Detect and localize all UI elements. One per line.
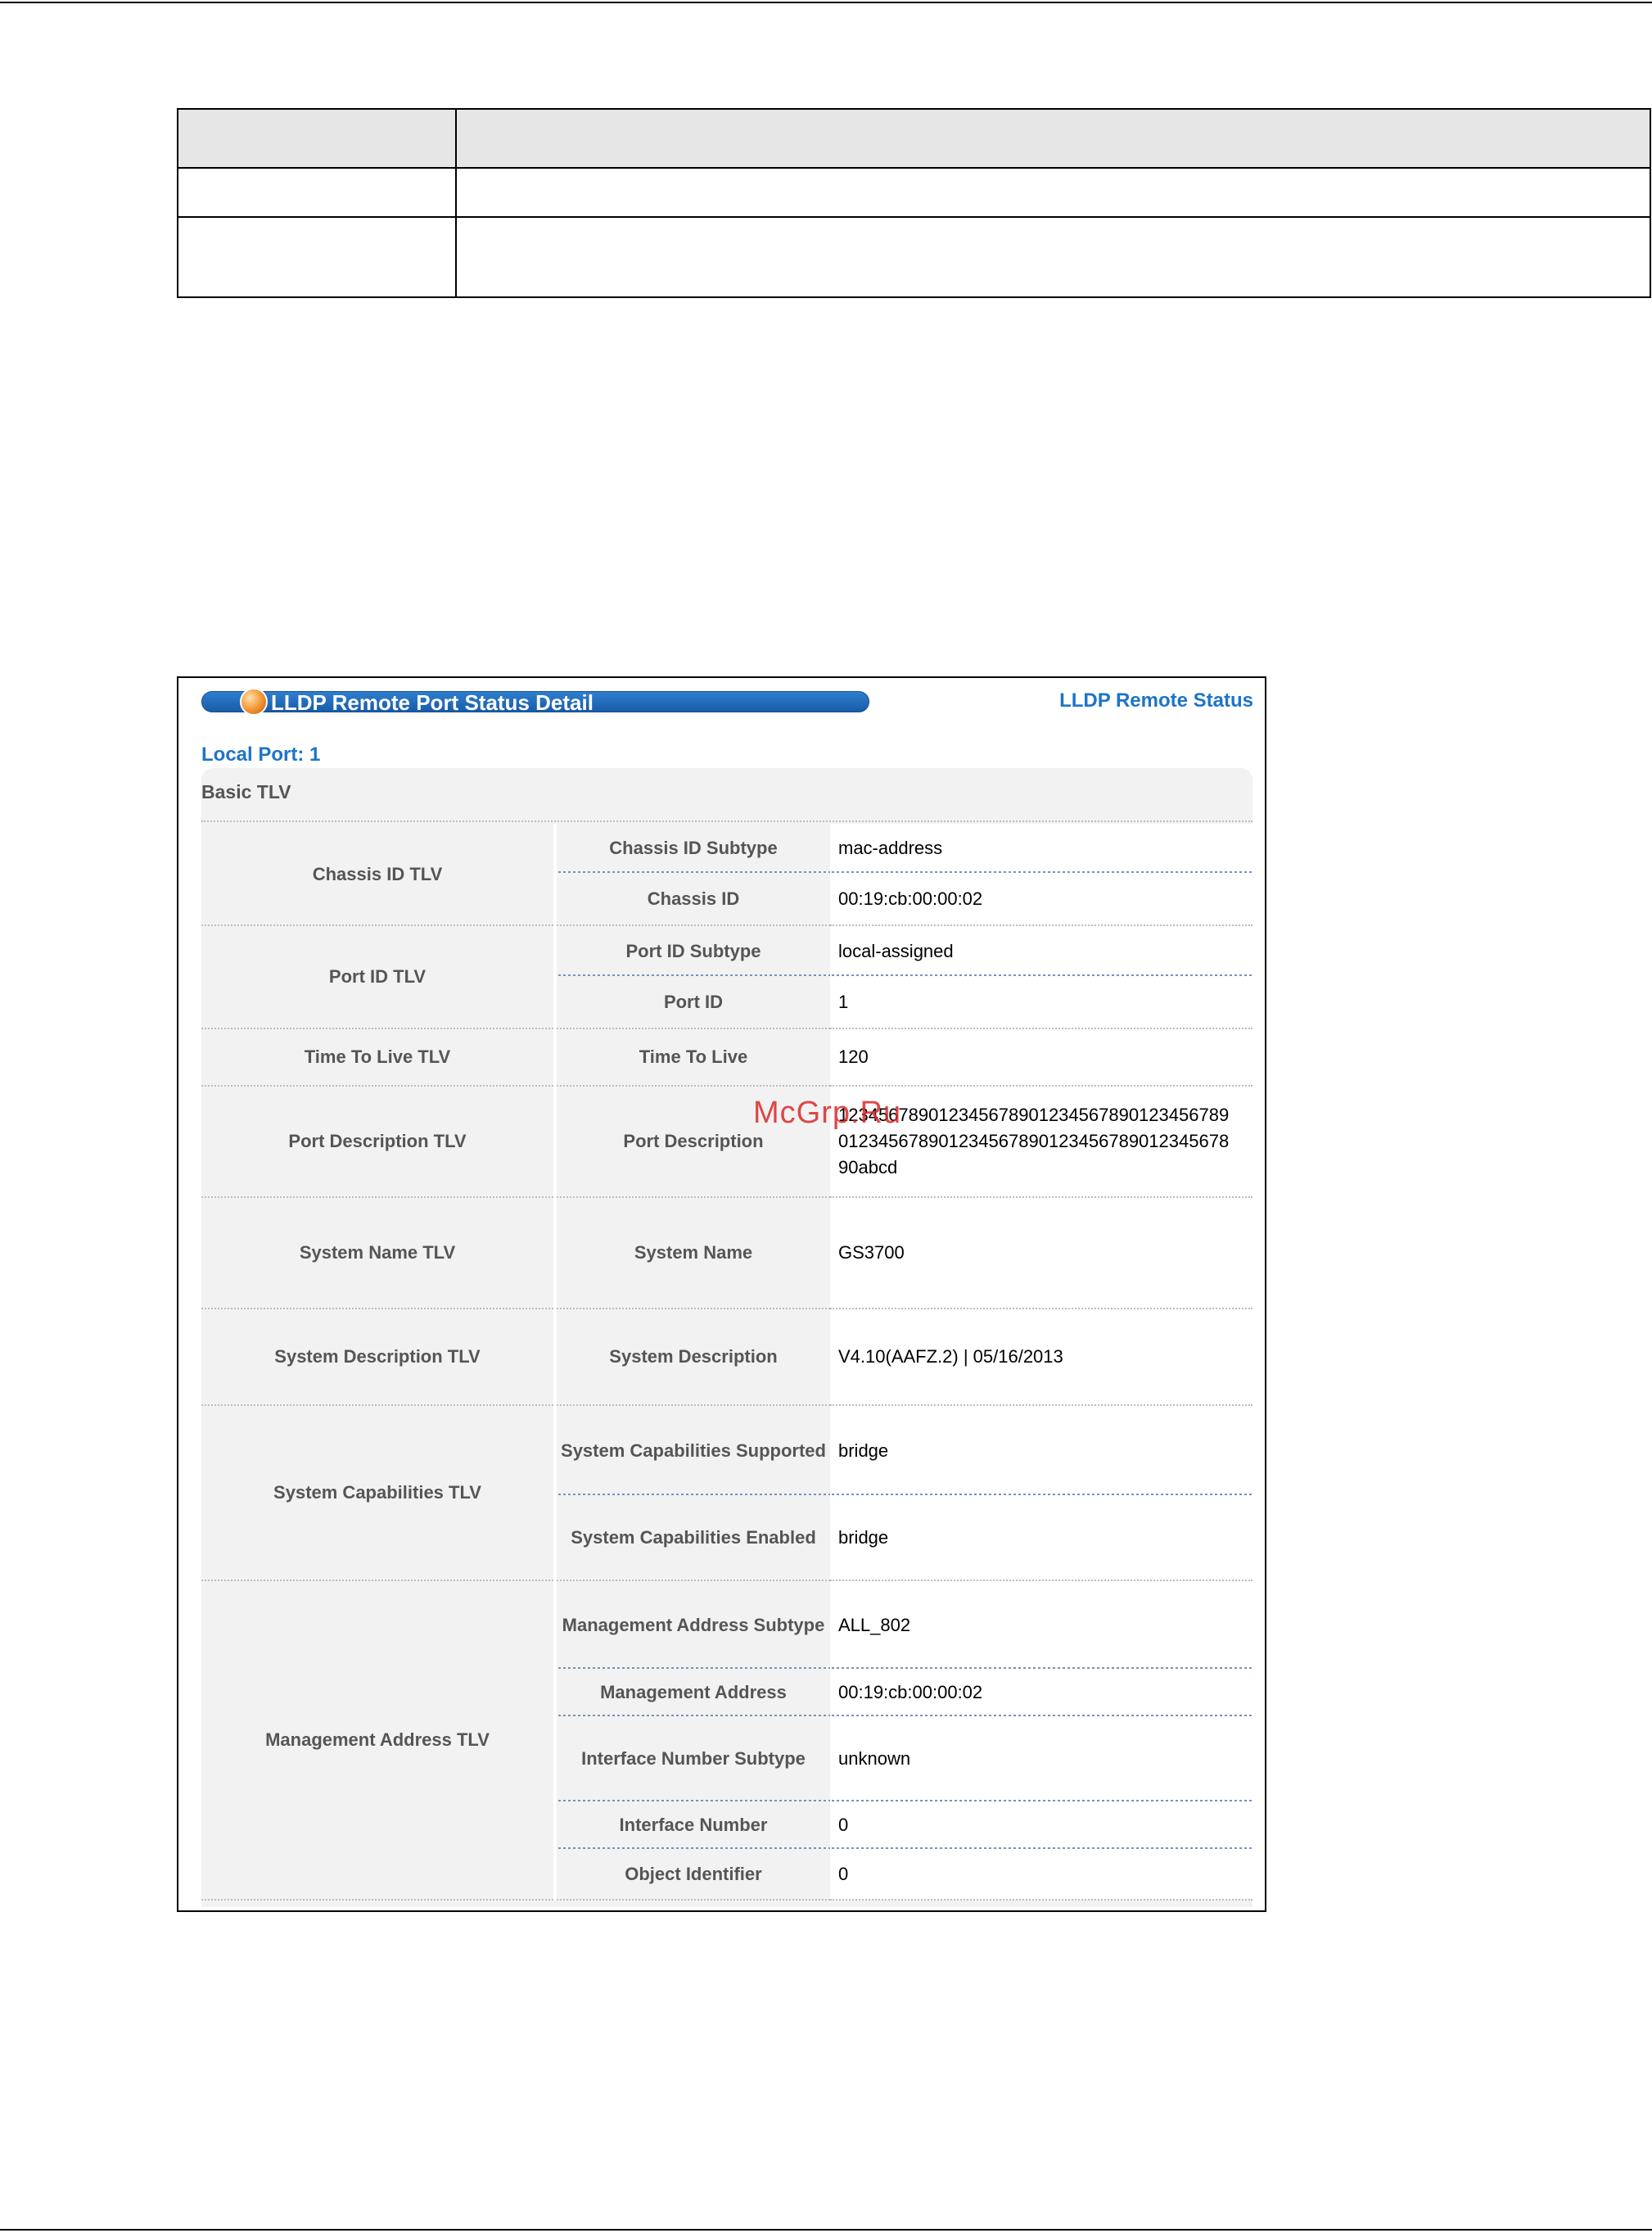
tlv-name: System Capabilities TLV bbox=[201, 1405, 557, 1581]
field-value: bridge bbox=[830, 1405, 1253, 1495]
field-value: 00:19:cb:00:00:02 bbox=[830, 1669, 1253, 1716]
field-label: Time To Live bbox=[555, 1028, 830, 1087]
orb-icon bbox=[240, 688, 268, 716]
section-title: Basic TLV bbox=[201, 781, 291, 802]
field-label: Port ID Subtype bbox=[555, 925, 830, 976]
table-row: System Capabilities TLV System Capabilit… bbox=[201, 1405, 1253, 1581]
field-label: System Capabilities Supported bbox=[555, 1405, 830, 1495]
field-value: 120 bbox=[830, 1028, 1253, 1087]
field-value: GS3700 bbox=[830, 1197, 1253, 1309]
reference-table-header bbox=[177, 108, 1651, 169]
field-value: bridge bbox=[830, 1495, 1253, 1581]
field-value: local-assigned bbox=[830, 925, 1253, 976]
bottom-rule bbox=[0, 2229, 1652, 2231]
divider bbox=[201, 820, 1253, 822]
reference-table bbox=[177, 108, 1651, 298]
tlv-name: System Name TLV bbox=[201, 1197, 557, 1309]
tlv-name: System Description TLV bbox=[201, 1309, 557, 1406]
lldp-remote-detail-screenshot: LLDP Remote Port Status Detail LLDP Remo… bbox=[177, 676, 1266, 1912]
table-row: Management Address TLV Management Addres… bbox=[201, 1580, 1253, 1901]
field-value: unknown bbox=[830, 1716, 1253, 1801]
field-label: System Name bbox=[555, 1197, 830, 1309]
field-label: Management Address Subtype bbox=[555, 1580, 830, 1669]
table-row: Chassis ID TLV Chassis ID Subtype mac-ad… bbox=[201, 824, 1253, 926]
tlv-name: Management Address TLV bbox=[201, 1580, 557, 1901]
field-label: Management Address bbox=[555, 1669, 830, 1716]
field-value: 1234567890123456789012345678901234567890… bbox=[830, 1086, 1253, 1198]
field-value: 0 bbox=[830, 1801, 1253, 1849]
field-label: Interface Number bbox=[555, 1801, 830, 1849]
field-value: mac-address bbox=[830, 824, 1253, 873]
table-row: Port ID TLV Port ID Subtype local-assign… bbox=[201, 925, 1253, 1029]
tlv-name: Time To Live TLV bbox=[201, 1028, 557, 1087]
field-label: Chassis ID bbox=[555, 873, 830, 926]
field-label: Port ID bbox=[555, 976, 830, 1029]
table-row: Time To Live TLV Time To Live 120 bbox=[201, 1028, 1253, 1087]
tlv-name: Port Description TLV bbox=[201, 1086, 557, 1198]
field-label: System Description bbox=[555, 1309, 830, 1406]
tlv-name: Port ID TLV bbox=[201, 925, 557, 1029]
table-row: System Description TLV System Descriptio… bbox=[201, 1309, 1253, 1406]
table-row: System Name TLV System Name GS3700 bbox=[201, 1197, 1253, 1309]
basic-tlv-panel: Basic TLV Chassis ID TLV Chassis ID Subt… bbox=[201, 768, 1253, 1907]
reference-table-row bbox=[177, 167, 1651, 218]
field-label: System Capabilities Enabled bbox=[555, 1495, 830, 1581]
field-label: Port Description bbox=[555, 1086, 830, 1198]
local-port-label: Local Port: 1 bbox=[201, 744, 321, 766]
table-row: Port Description TLV Port Description 12… bbox=[201, 1086, 1253, 1198]
page-title: LLDP Remote Port Status Detail bbox=[271, 690, 594, 715]
field-value: 1 bbox=[830, 976, 1253, 1029]
field-label: Interface Number Subtype bbox=[555, 1716, 830, 1801]
field-label: Chassis ID Subtype bbox=[555, 824, 830, 873]
lldp-remote-status-link[interactable]: LLDP Remote Status bbox=[1059, 689, 1253, 712]
field-value: ALL_802 bbox=[830, 1580, 1253, 1669]
tlv-table: Chassis ID TLV Chassis ID Subtype mac-ad… bbox=[201, 824, 1253, 1901]
tlv-name: Chassis ID TLV bbox=[201, 824, 557, 926]
field-value: V4.10(AAFZ.2) | 05/16/2013 bbox=[830, 1309, 1253, 1406]
field-label: Object Identifier bbox=[555, 1849, 830, 1901]
top-rule bbox=[0, 2, 1652, 3]
reference-table-row bbox=[177, 216, 1651, 298]
title-bar: LLDP Remote Port Status Detail bbox=[201, 688, 869, 716]
field-value: 00:19:cb:00:00:02 bbox=[830, 873, 1253, 926]
field-value: 0 bbox=[830, 1849, 1253, 1901]
